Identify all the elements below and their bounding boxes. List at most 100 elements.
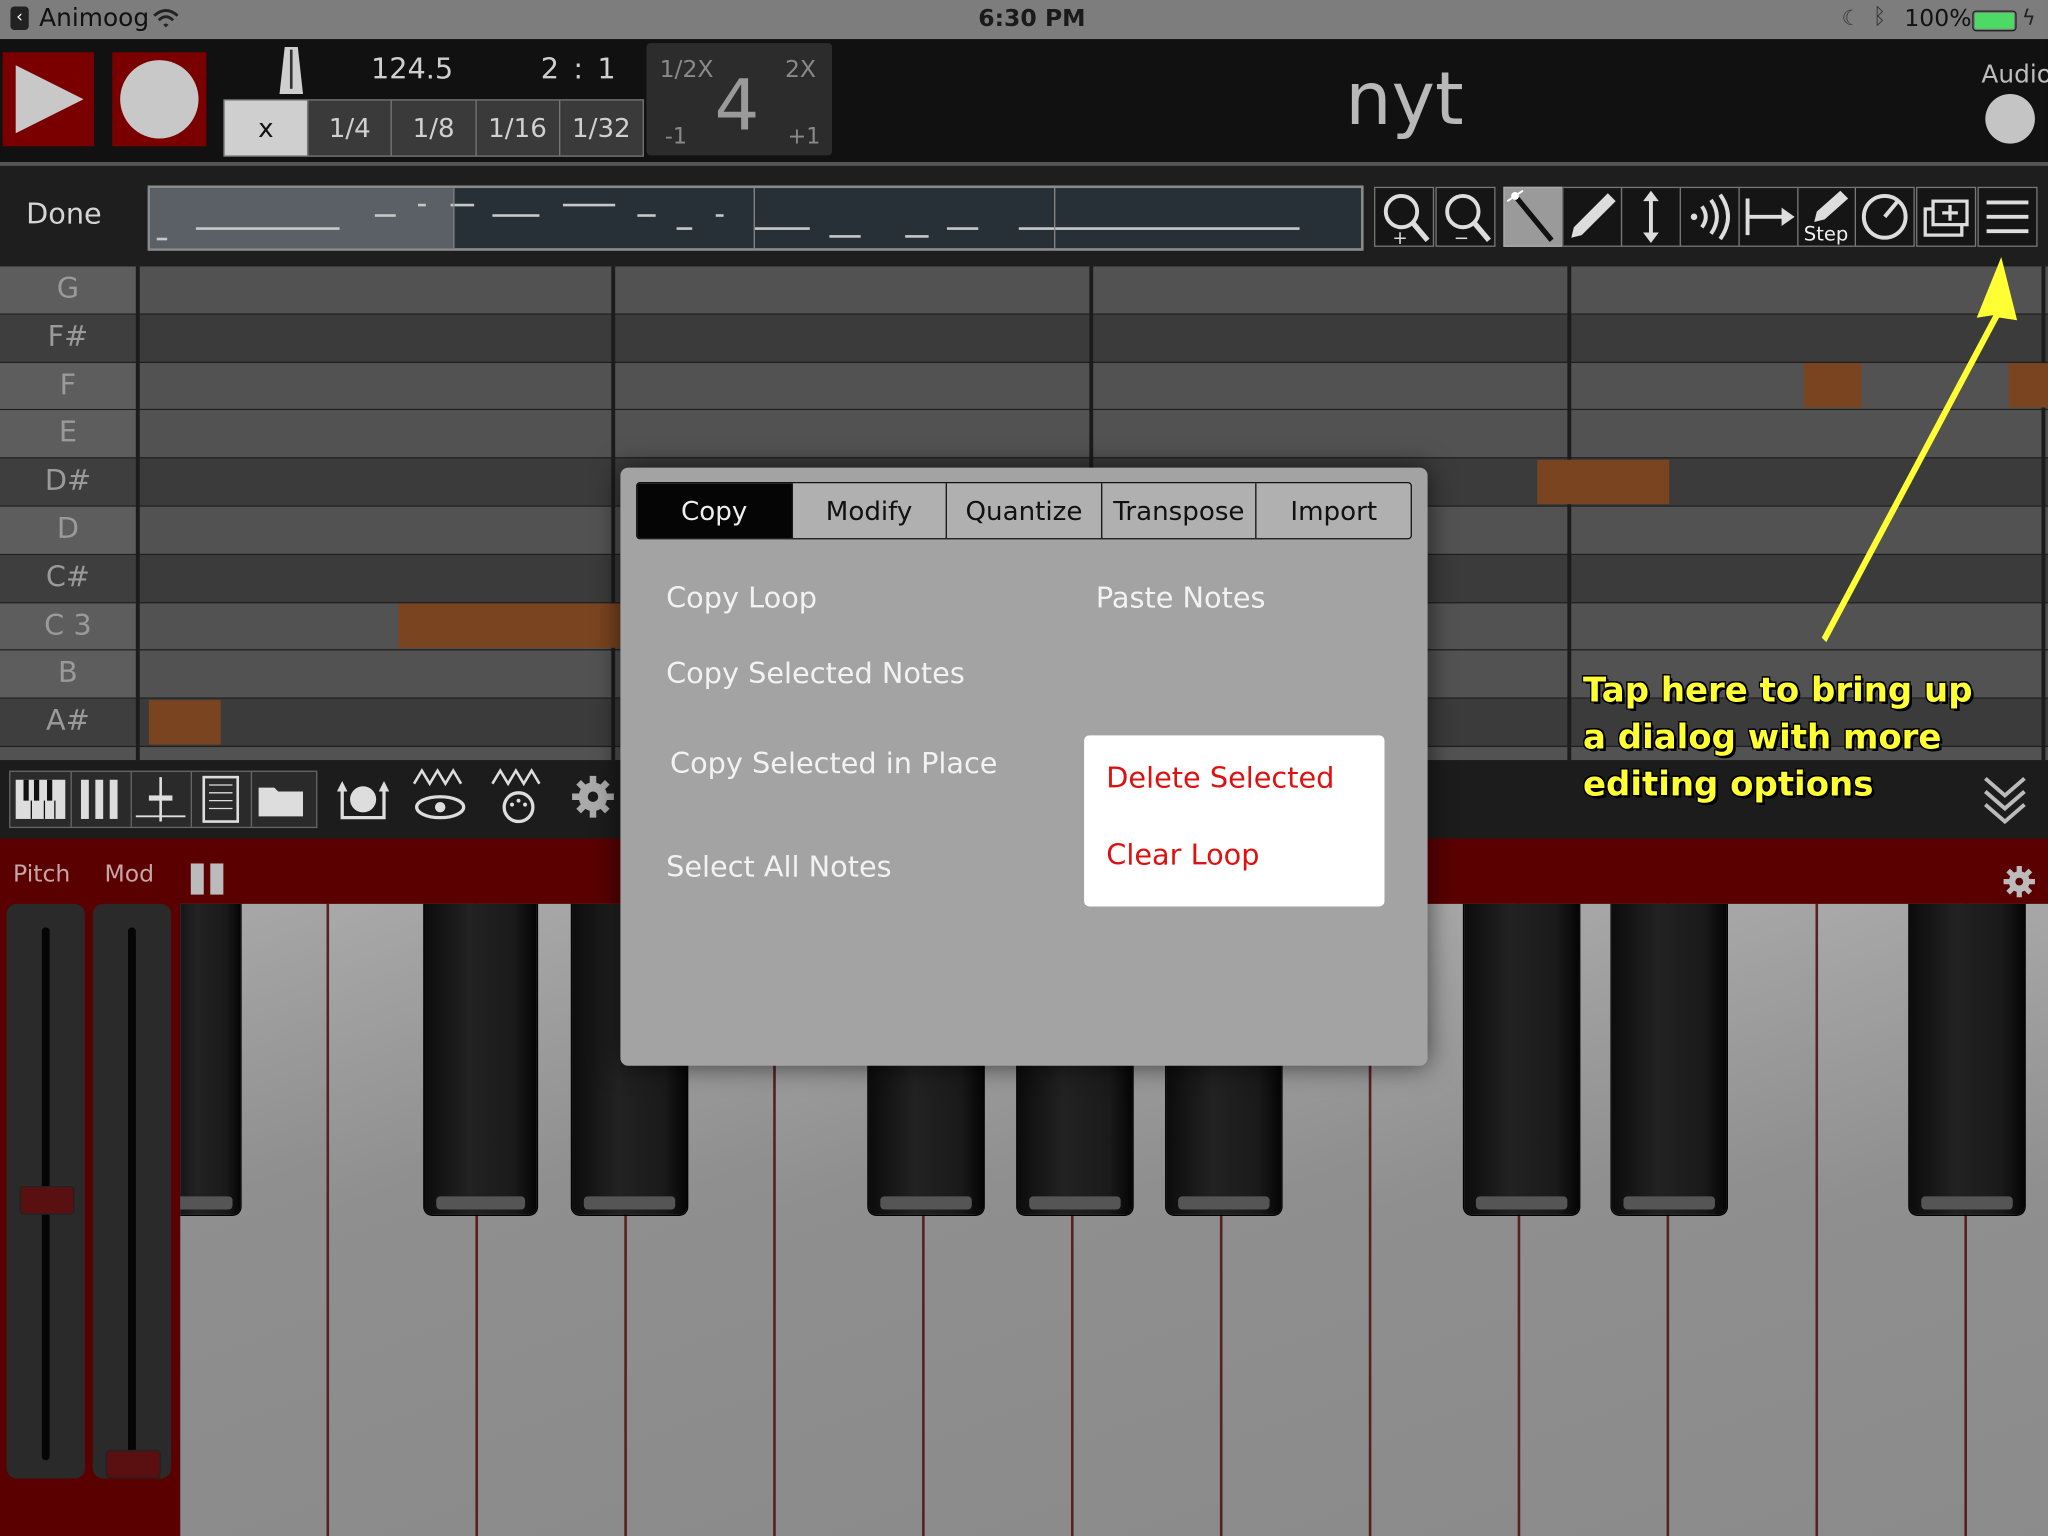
tab-transpose[interactable]: Transpose [1102, 483, 1257, 539]
clear-loop-button[interactable]: Clear Loop [1106, 840, 1259, 873]
pitch-wheel[interactable] [6, 903, 85, 1479]
dial-icon [1861, 193, 1908, 240]
magic-wand-tool[interactable] [1503, 186, 1564, 247]
mod-wheel-track [127, 927, 136, 1461]
record-button[interactable] [112, 52, 207, 147]
sliders-view-button[interactable] [131, 771, 192, 827]
note-row[interactable]: F [0, 362, 2048, 411]
overview-note [1018, 227, 1300, 230]
note-row[interactable]: G [0, 266, 2048, 315]
speed-plus-label[interactable]: +1 [788, 124, 821, 150]
tab-modify[interactable]: Modify [792, 483, 948, 539]
midi-note[interactable] [148, 700, 221, 745]
paste-notes-button[interactable]: Paste Notes [1096, 583, 1266, 616]
quantize-option-quarter[interactable]: 1/4 [309, 100, 393, 156]
keyboard-settings-icon[interactable] [2001, 863, 2038, 900]
overview-window[interactable] [150, 188, 454, 249]
step-label: Step [1803, 222, 1849, 246]
back-arrow-icon[interactable]: ‹ [10, 6, 29, 31]
quantize-option-eighth[interactable]: 1/8 [392, 100, 477, 156]
keyboard-icon [15, 779, 66, 819]
copy-selected-in-place-button[interactable]: Copy Selected in Place [670, 748, 997, 781]
zoom-in-button[interactable]: + [1374, 186, 1435, 247]
dialog-tabs: Copy Modify Quantize Transpose Import [636, 481, 1412, 540]
copy-loop-button[interactable]: Copy Loop [666, 583, 817, 616]
pitch-wheel-handle[interactable] [19, 1185, 75, 1215]
speed-control[interactable]: 1/2X 2X 4 -1 +1 [646, 43, 832, 156]
status-time: 6:30 PM [978, 5, 1086, 33]
loop-record-icon[interactable] [334, 768, 391, 825]
charging-bolt-icon: ϟ [2021, 5, 2036, 31]
edit-options-dialog: Copy Modify Quantize Transpose Import Co… [620, 467, 1428, 1066]
mod-wheel-handle[interactable] [105, 1449, 161, 1479]
black-key[interactable] [180, 903, 241, 1215]
overview-note [676, 227, 693, 230]
tab-copy[interactable]: Copy [637, 483, 793, 539]
midi-note[interactable] [398, 603, 621, 648]
tab-quantize[interactable]: Quantize [947, 483, 1103, 539]
play-button[interactable] [2, 52, 95, 147]
black-key[interactable] [1464, 903, 1580, 1215]
speed-minus-label[interactable]: -1 [665, 124, 687, 150]
select-all-notes-button[interactable]: Select All Notes [666, 852, 892, 885]
midi-note[interactable] [1537, 459, 1670, 505]
add-window-icon [1923, 199, 1969, 237]
wave-midi-icon[interactable] [490, 768, 547, 825]
overview-note [562, 203, 616, 207]
transpose-tool[interactable] [1620, 186, 1681, 247]
note-row[interactable]: F# [0, 314, 2048, 363]
dial-tool[interactable] [1854, 186, 1915, 247]
pause-icon[interactable] [190, 863, 225, 895]
velocity-tool[interactable] [1679, 186, 1740, 247]
quantize-option-sixteenth[interactable]: 1/16 [476, 100, 561, 156]
overview-note [946, 227, 979, 230]
annotation-line: editing options [1583, 765, 1874, 805]
mod-wheel[interactable] [92, 903, 172, 1479]
loop-overview[interactable] [147, 185, 1364, 251]
audio-toggle[interactable] [1985, 94, 2035, 144]
black-key[interactable] [1909, 903, 2025, 1215]
black-key[interactable] [1611, 903, 1727, 1215]
folder-button[interactable] [251, 772, 311, 827]
quantize-option-x[interactable]: x [224, 100, 309, 156]
pencil-tool[interactable] [1562, 186, 1623, 247]
metronome-icon[interactable] [278, 44, 304, 96]
overview-bar-line [453, 188, 455, 249]
delete-selected-button[interactable]: Delete Selected [1106, 763, 1334, 796]
bar-line [611, 266, 616, 761]
battery-icon [1972, 10, 2017, 32]
faders-view-button[interactable] [71, 771, 132, 827]
zoom-out-button[interactable]: − [1435, 186, 1496, 247]
note-label: F [0, 362, 136, 410]
overview-note [492, 214, 540, 217]
gear-icon[interactable] [564, 768, 621, 825]
tab-import[interactable]: Import [1257, 483, 1411, 538]
menu-button[interactable] [1977, 186, 2038, 247]
bar-line [1567, 266, 1572, 761]
moon-icon: ☾ [1841, 5, 1861, 31]
svg-text:+: + [1392, 228, 1407, 245]
destructive-actions: Delete Selected Clear Loop [1084, 735, 1385, 907]
back-app-label[interactable]: Animoog [39, 4, 149, 33]
status-bar: ‹ Animoog 6:30 PM ☾ ᛒ 100% ϟ [0, 0, 2048, 40]
add-window-button[interactable] [1916, 186, 1977, 247]
note-label: B [0, 650, 136, 698]
note-row[interactable]: E [0, 410, 2048, 459]
position-display: 2 : 1 [540, 53, 619, 87]
length-tool[interactable] [1738, 186, 1799, 247]
annotation-callout: Tap here to bring up a dialog with more … [1583, 667, 2014, 808]
overview-bar-line [1054, 188, 1056, 249]
black-key[interactable] [424, 903, 537, 1215]
notes-view-button[interactable] [191, 771, 253, 827]
tempo-display[interactable]: 124.5 [371, 54, 453, 87]
wave-eye-icon[interactable] [411, 768, 468, 825]
speed-double-label[interactable]: 2X [785, 56, 816, 83]
copy-selected-notes-button[interactable]: Copy Selected Notes [666, 658, 965, 691]
done-button[interactable]: Done [26, 199, 102, 232]
overview-note [195, 227, 340, 230]
keyboard-view-button[interactable] [10, 771, 72, 827]
bars-icon [80, 779, 118, 819]
speed-half-label[interactable]: 1/2X [660, 56, 714, 83]
quantize-option-thirtysecond[interactable]: 1/32 [560, 101, 643, 156]
step-tool[interactable]: Step [1797, 186, 1858, 247]
